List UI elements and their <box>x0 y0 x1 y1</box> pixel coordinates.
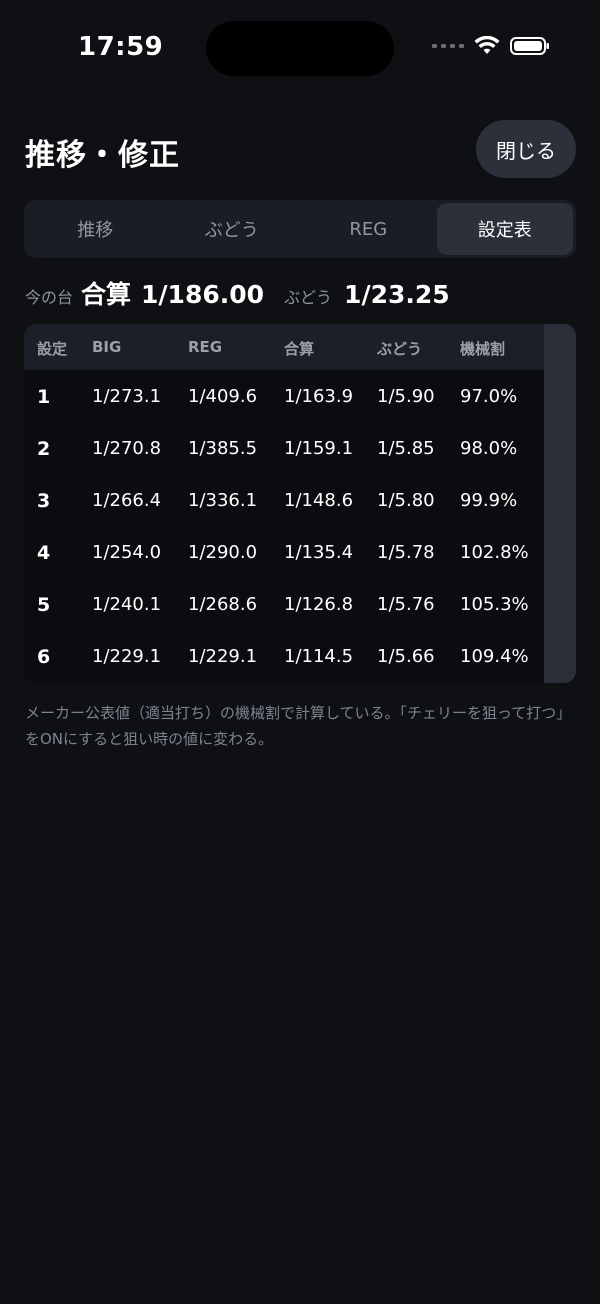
current-machine-label: 今の台 <box>25 288 74 307</box>
table-header: 設定 BIG REG 合算 ぶどう 機械割 <box>24 324 544 370</box>
table-cell: 2 <box>37 438 51 460</box>
grape-label: ぶどう <box>284 288 333 307</box>
table-cell: 109.4% <box>460 646 529 667</box>
table-cell: 1/270.8 <box>92 438 162 459</box>
table-row: 2 1/270.8 1/385.5 1/159.1 1/5.85 98.0% <box>24 422 544 474</box>
total-value: 1/186.00 <box>141 280 265 309</box>
column-header: ぶどう <box>377 340 423 358</box>
table-cell: 1/240.1 <box>92 594 162 615</box>
grape-value: 1/23.25 <box>344 280 450 309</box>
table-row: 3 1/266.4 1/336.1 1/148.6 1/5.80 99.9% <box>24 474 544 526</box>
column-header: 機械割 <box>460 340 506 358</box>
table-scrollbar[interactable] <box>544 324 576 683</box>
screen: 17:59 推移・修正 閉じる 推移 ぶどう REG 設定表 今の台 合算 1/… <box>0 0 600 1304</box>
table-row: 1 1/273.1 1/409.6 1/163.9 1/5.90 97.0% <box>24 370 544 422</box>
tab-trend[interactable]: 推移 <box>27 203 164 255</box>
status-time: 17:59 <box>78 32 164 62</box>
status-icons <box>432 36 550 56</box>
page-title: 推移・修正 <box>25 138 180 173</box>
table-cell: 4 <box>37 542 51 564</box>
table-row: 5 1/240.1 1/268.6 1/126.8 1/5.76 105.3% <box>24 578 544 630</box>
table-cell: 102.8% <box>460 542 529 563</box>
table-cell: 1 <box>37 386 51 408</box>
table-cell: 105.3% <box>460 594 529 615</box>
tab-grape[interactable]: ぶどう <box>164 203 301 255</box>
table-cell: 1/5.80 <box>377 490 435 511</box>
table-cell: 1/5.76 <box>377 594 435 615</box>
table-cell: 1/114.5 <box>284 646 354 667</box>
table-cell: 98.0% <box>460 438 518 459</box>
table-cell: 1/266.4 <box>92 490 162 511</box>
settings-table[interactable]: 設定 BIG REG 合算 ぶどう 機械割 1 1/273.1 1/409.6 … <box>24 324 576 683</box>
tab-reg[interactable]: REG <box>300 203 437 255</box>
column-header: BIG <box>92 338 122 356</box>
table-cell: 97.0% <box>460 386 518 407</box>
table-cell: 1/163.9 <box>284 386 354 407</box>
table-cell: 1/148.6 <box>284 490 354 511</box>
segmented-tabs: 推移 ぶどう REG 設定表 <box>24 200 576 258</box>
summary-line: 今の台 合算 1/186.00 ぶどう 1/23.25 <box>25 275 450 311</box>
total-label: 合算 <box>81 280 132 309</box>
table-cell: 1/254.0 <box>92 542 162 563</box>
column-header: 設定 <box>37 340 68 358</box>
table-cell: 1/5.90 <box>377 386 435 407</box>
battery-icon <box>510 37 549 55</box>
table-cell: 1/409.6 <box>188 386 258 407</box>
table-cell: 5 <box>37 594 51 616</box>
table-cell: 1/135.4 <box>284 542 354 563</box>
wifi-icon <box>474 36 500 54</box>
close-button[interactable]: 閉じる <box>476 120 576 178</box>
table-cell: 1/336.1 <box>188 490 258 511</box>
cellular-signal-icon <box>432 44 464 48</box>
table-cell: 3 <box>37 490 51 512</box>
table-cell: 1/290.0 <box>188 542 258 563</box>
tab-settings-table[interactable]: 設定表 <box>436 203 573 255</box>
table-cell: 99.9% <box>460 490 518 511</box>
column-header: 合算 <box>284 340 315 358</box>
table-cell: 1/273.1 <box>92 386 162 407</box>
table-cell: 1/229.1 <box>92 646 162 667</box>
table-cell: 1/385.5 <box>188 438 258 459</box>
table-cell: 1/229.1 <box>188 646 258 667</box>
dynamic-island <box>206 21 394 76</box>
table-row: 4 1/254.0 1/290.0 1/135.4 1/5.78 102.8% <box>24 526 544 578</box>
table-cell: 1/126.8 <box>284 594 354 615</box>
footnote: メーカー公表値（適当打ち）の機械割で計算している。「チェリーを狙って打つ」をON… <box>25 704 572 748</box>
table-cell: 1/159.1 <box>284 438 354 459</box>
table-cell: 1/5.85 <box>377 438 435 459</box>
table-row: 6 1/229.1 1/229.1 1/114.5 1/5.66 109.4% <box>24 630 544 682</box>
table-cell: 1/5.78 <box>377 542 435 563</box>
table-cell: 1/5.66 <box>377 646 435 667</box>
table-cell: 6 <box>37 646 51 668</box>
table-cell: 1/268.6 <box>188 594 258 615</box>
column-header: REG <box>188 338 223 356</box>
